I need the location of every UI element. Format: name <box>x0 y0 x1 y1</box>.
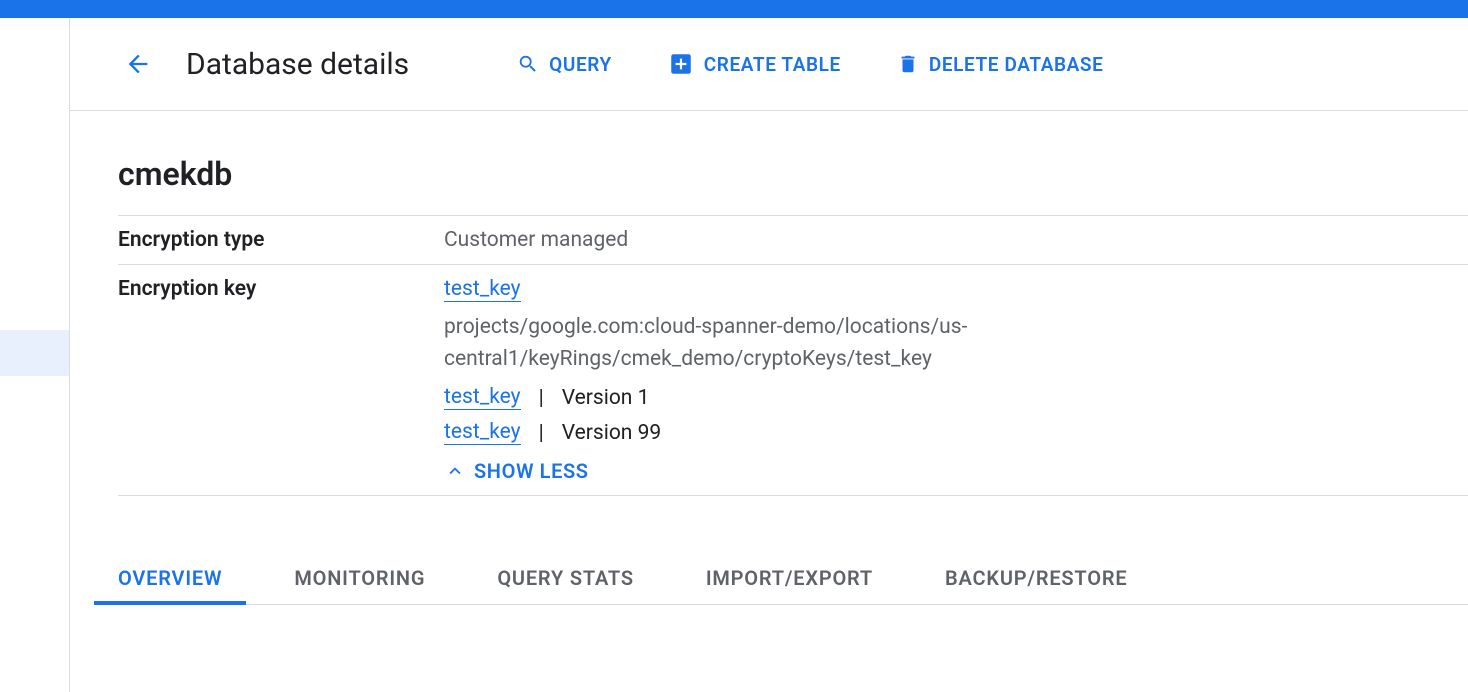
separator: | <box>539 386 544 410</box>
delete-database-button[interactable]: DELETE DATABASE <box>897 51 1104 77</box>
details-table: Encryption type Customer managed Encrypt… <box>118 215 1468 496</box>
query-label: QUERY <box>549 53 612 76</box>
create-table-button[interactable]: CREATE TABLE <box>668 51 841 77</box>
tabs: OVERVIEW MONITORING QUERY STATS IMPORT/E… <box>118 566 1468 605</box>
create-table-label: CREATE TABLE <box>704 53 841 76</box>
tab-query-stats[interactable]: QUERY STATS <box>497 566 634 604</box>
database-name: cmekdb <box>118 155 1468 193</box>
key-version-value: Version 99 <box>562 421 662 445</box>
separator: | <box>539 421 544 445</box>
tab-import-export[interactable]: IMPORT/EXPORT <box>706 566 873 604</box>
tab-monitoring[interactable]: MONITORING <box>294 566 425 604</box>
page-header: Database details QUERY CREATE TABLE DELE… <box>70 18 1468 111</box>
left-rail <box>0 18 70 692</box>
arrow-left-icon <box>124 50 152 78</box>
encryption-key-link[interactable]: test_key <box>444 277 521 302</box>
back-button[interactable] <box>118 44 158 84</box>
show-less-button[interactable]: SHOW LESS <box>444 459 589 483</box>
left-rail-selected[interactable] <box>0 330 69 376</box>
chevron-up-icon <box>444 460 466 482</box>
key-version-row: test_key | Version 99 <box>444 420 661 445</box>
trash-icon <box>897 53 919 75</box>
encryption-type-value: Customer managed <box>444 216 1468 264</box>
encryption-key-label: Encryption key <box>118 265 444 495</box>
tab-overview[interactable]: OVERVIEW <box>118 566 222 604</box>
query-button[interactable]: QUERY <box>517 51 612 77</box>
tab-backup-restore[interactable]: BACKUP/RESTORE <box>945 566 1127 604</box>
show-less-label: SHOW LESS <box>474 459 589 483</box>
key-version-link[interactable]: test_key <box>444 385 521 410</box>
plus-box-icon <box>668 51 694 77</box>
delete-database-label: DELETE DATABASE <box>929 53 1104 76</box>
top-bar <box>0 0 1468 18</box>
key-version-value: Version 1 <box>562 386 650 410</box>
encryption-key-row: Encryption key test_key projects/google.… <box>118 265 1468 496</box>
search-icon <box>517 53 539 75</box>
key-version-row: test_key | Version 1 <box>444 385 649 410</box>
encryption-type-row: Encryption type Customer managed <box>118 216 1468 265</box>
encryption-type-label: Encryption type <box>118 216 444 264</box>
page-title: Database details <box>186 47 409 82</box>
encryption-key-path: projects/google.com:cloud-spanner-demo/l… <box>444 312 1104 375</box>
key-version-link[interactable]: test_key <box>444 420 521 445</box>
